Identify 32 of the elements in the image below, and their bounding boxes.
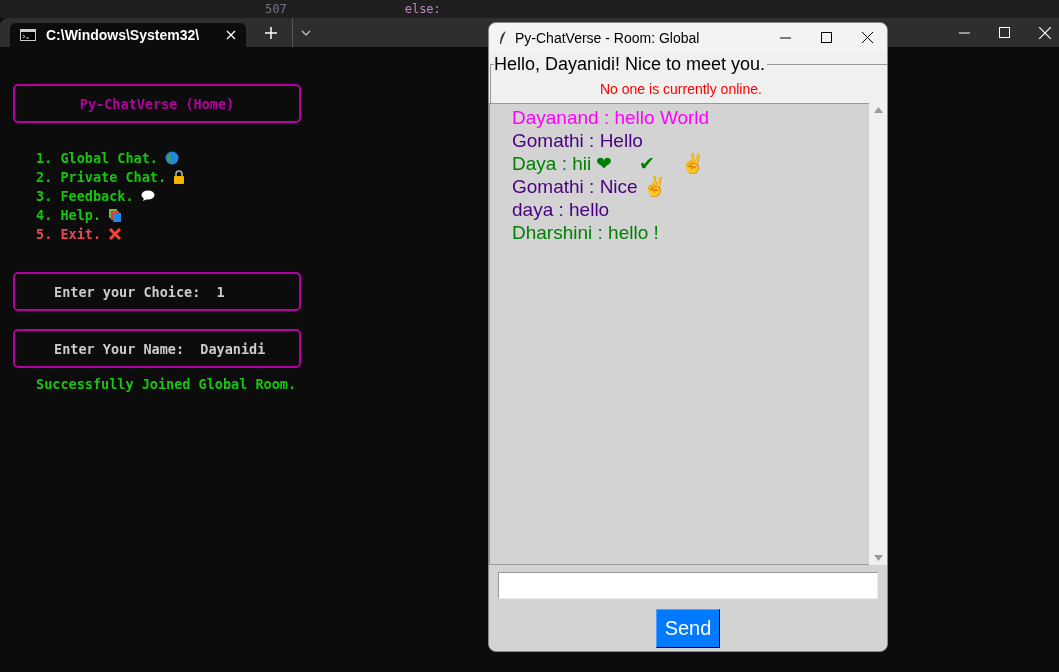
code-text: else: (404, 2, 441, 16)
status-message: Successfully Joined Global Room. (36, 376, 298, 392)
line-number: 507 (265, 2, 287, 16)
chat-message: daya : hello (512, 198, 611, 221)
menu-option: 5. Exit. (36, 225, 102, 242)
speech-bubble-icon (140, 189, 155, 202)
maximize-icon[interactable] (821, 32, 832, 43)
send-button[interactable]: Send (655, 609, 721, 648)
chat-message: Gomathi : Hello (512, 129, 644, 152)
menu-option: 3. Feedback. (36, 187, 134, 204)
header-title: Py-ChatVerse (Home) (13, 84, 301, 123)
cross-icon (108, 226, 123, 241)
plus-icon[interactable] (264, 25, 278, 40)
greeting-text: Hello, Dayanidi! Nice to meet you. (494, 54, 768, 75)
terminal-tab[interactable]: C:\Windows\System32\ (10, 23, 246, 47)
close-icon[interactable] (862, 32, 873, 43)
online-status: No one is currently online. (600, 81, 762, 97)
lock-icon (173, 169, 186, 184)
chat-message: Dharshini : hello ! (512, 221, 660, 244)
menu-option: 4. Help. (36, 206, 102, 223)
chat-message: Daya : hii ❤ ✔ ✌ (512, 152, 707, 175)
globe-icon (164, 150, 179, 165)
chevron-down-icon[interactable] (301, 29, 311, 36)
feather-icon (499, 30, 507, 45)
books-icon (108, 207, 123, 222)
message-input[interactable] (498, 572, 878, 599)
chat-message: Dayanand : hello World (512, 106, 711, 129)
menu-option: 1. Global Chat. (36, 149, 158, 166)
window-title: Py-ChatVerse - Room: Global (515, 29, 701, 46)
terminal-icon (20, 29, 36, 41)
menu-option: 2. Private Chat. (36, 168, 167, 185)
chat-message: Gomathi : Nice ✌ (512, 175, 668, 198)
